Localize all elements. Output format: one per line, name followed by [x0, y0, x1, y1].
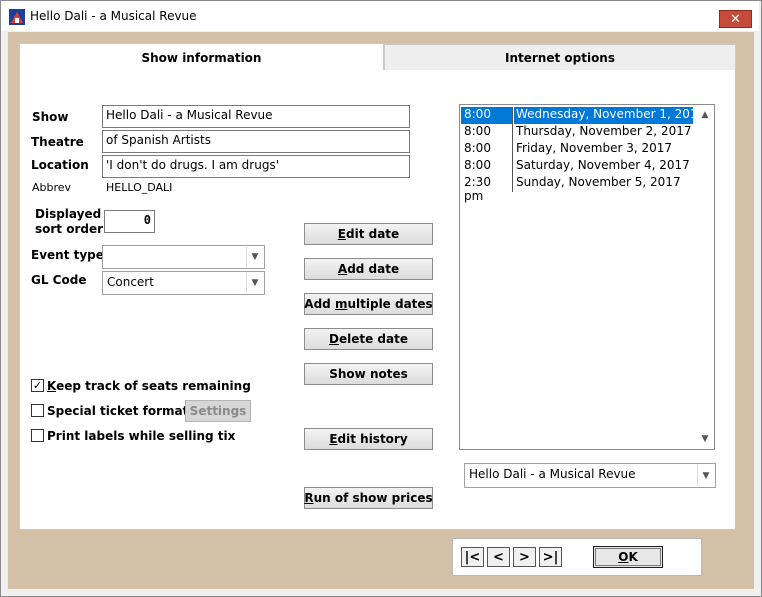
previous-record-button[interactable]: < [487, 547, 510, 567]
checkmark-icon: ✓ [32, 379, 43, 392]
keep-track-label[interactable]: Keep track of seats remaining [47, 379, 251, 393]
close-button[interactable]: ✕ [719, 10, 752, 28]
chevron-down-icon: ▼ [697, 465, 714, 486]
tab-label: Show information [141, 50, 262, 65]
location-input[interactable]: 'I don't do drugs. I am drugs' [102, 155, 410, 178]
show-name-input[interactable]: Hello Dali - a Musical Revue [102, 105, 410, 128]
close-icon: ✕ [730, 11, 741, 27]
keep-track-checkbox[interactable]: ✓ [31, 379, 44, 392]
tab-label: Internet options [504, 50, 615, 65]
add-date-button[interactable]: Add date [304, 258, 433, 280]
window-title: Hello Dali - a Musical Revue [30, 9, 197, 23]
show-label: Show [32, 110, 69, 124]
theatre-app-icon [9, 9, 25, 25]
tab-show-information[interactable]: Show information [19, 43, 384, 71]
next-record-button[interactable]: > [513, 547, 536, 567]
performance-date: Sunday, November 5, 2017 [516, 175, 681, 189]
event-type-label: Event type [31, 248, 104, 262]
sort-order-label-line1: Displayed [35, 207, 102, 221]
theatre-label: Theatre [31, 135, 84, 149]
event-type-select[interactable]: ▼ [102, 245, 265, 269]
chevron-down-icon[interactable]: ▼ [698, 432, 712, 446]
performance-time: 8:00 [461, 107, 513, 124]
performance-dates-list[interactable]: 8:00 Wednesday, November 1, 2017 8:00 Th… [459, 104, 715, 450]
last-record-button[interactable]: >| [539, 547, 562, 567]
list-item[interactable]: 8:00 Friday, November 3, 2017 [461, 141, 693, 158]
delete-date-button[interactable]: Delete date [304, 328, 433, 350]
chevron-down-icon: ▼ [246, 247, 263, 267]
performance-date: Wednesday, November 1, 2017 [514, 107, 705, 124]
add-multiple-dates-button[interactable]: Add m ultiple dates [304, 293, 433, 315]
performance-time: 8:00 [461, 124, 513, 141]
first-record-button[interactable]: |< [461, 547, 484, 567]
run-of-show-prices-button[interactable]: Run of show prices [304, 487, 433, 509]
edit-date-button[interactable]: Edit date [304, 223, 433, 245]
location-label: Location [31, 158, 89, 172]
gl-code-label: GL Code [31, 273, 87, 287]
print-labels-label[interactable]: Print labels while selling tix [47, 429, 235, 443]
abbrev-value: HELLO_DALI [106, 181, 173, 194]
settings-button: Settings [185, 400, 251, 422]
list-item[interactable]: 8:00 Saturday, November 4, 2017 [461, 158, 693, 175]
list-scrollbar[interactable]: ▲ ▼ [696, 105, 714, 449]
special-ticket-label[interactable]: Special ticket format [47, 404, 188, 418]
list-item[interactable]: 8:00 Thursday, November 2, 2017 [461, 124, 693, 141]
chevron-down-icon: ▼ [246, 273, 263, 293]
edit-history-button[interactable]: Edit history [304, 428, 433, 450]
theatre-input[interactable]: of Spanish Artists [102, 130, 410, 153]
sort-order-label-line2: sort order [35, 222, 104, 236]
performance-date: Friday, November 3, 2017 [516, 141, 673, 155]
abbrev-label: Abbrev [32, 181, 72, 194]
performance-time: 8:00 [461, 141, 513, 158]
performance-date: Saturday, November 4, 2017 [516, 158, 690, 172]
show-selector-dropdown[interactable]: Hello Dali - a Musical Revue ▼ [464, 463, 716, 488]
show-selector-value: Hello Dali - a Musical Revue [469, 467, 636, 481]
show-notes-button[interactable]: Show notes [304, 363, 433, 385]
special-ticket-checkbox[interactable] [31, 404, 44, 417]
ok-button[interactable]: OK [593, 546, 663, 568]
gl-code-value: Concert [107, 275, 154, 289]
chevron-up-icon[interactable]: ▲ [698, 108, 712, 122]
performance-time: 8:00 [461, 158, 513, 175]
performance-time: 2:30 pm [461, 175, 513, 203]
tab-internet-options[interactable]: Internet options [384, 44, 736, 71]
performance-date: Thursday, November 2, 2017 [516, 124, 692, 138]
gl-code-select[interactable]: Concert ▼ [102, 271, 265, 295]
list-item[interactable]: 8:00 Wednesday, November 1, 2017 [461, 107, 705, 124]
sort-order-input[interactable]: 0 [104, 210, 155, 233]
print-labels-checkbox[interactable] [31, 429, 44, 442]
list-item[interactable]: 2:30 pm Sunday, November 5, 2017 [461, 175, 693, 203]
